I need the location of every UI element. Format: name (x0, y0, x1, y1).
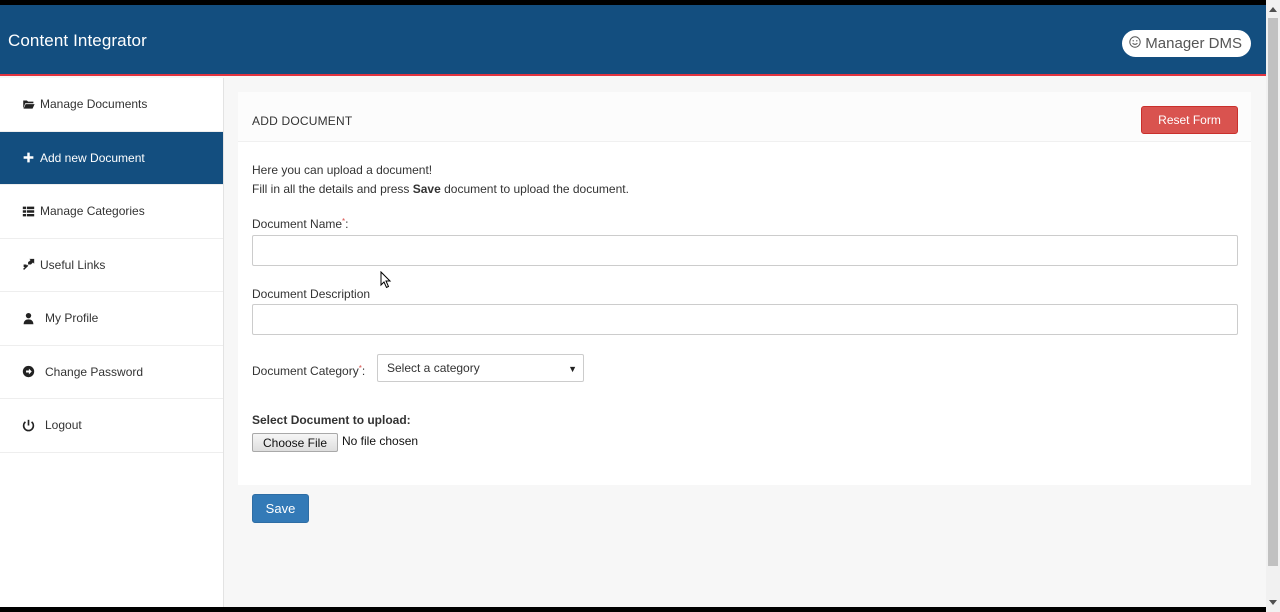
browser-viewport: Content Integrator Manager DMS Manage Do… (0, 5, 1266, 607)
label-text: Document Name (252, 217, 343, 231)
sidebar-item-logout[interactable]: Logout (0, 399, 223, 453)
document-description-label: Document Description (252, 287, 371, 301)
sidebar-item-label: Change Password (45, 364, 144, 379)
sidebar-item-label: Add new Document (40, 150, 145, 165)
sidebar-item-useful-links[interactable]: Useful Links (0, 239, 223, 292)
sidebar-item-label: Logout (45, 418, 82, 433)
file-status-text: No file chosen (342, 434, 419, 448)
intro-text-part: document to upload the document. (440, 182, 629, 196)
category-selected-value: Select a category (387, 361, 480, 375)
top-header: Content Integrator Manager DMS (0, 5, 1266, 76)
plus-icon (21, 151, 35, 165)
vertical-scrollbar[interactable] (1266, 0, 1280, 612)
scrollbar-thumb[interactable] (1268, 18, 1278, 566)
save-button[interactable]: Save (252, 494, 309, 523)
scroll-down-arrow-icon[interactable] (1269, 600, 1277, 605)
compress-icon (21, 258, 35, 272)
document-description-input[interactable] (252, 304, 1238, 335)
sidebar-item-manage-categories[interactable]: Manage Categories (0, 185, 223, 239)
document-category-select[interactable]: Select a category ▼ (377, 354, 584, 382)
label-text: Document Category (252, 364, 359, 378)
reset-form-button[interactable]: Reset Form (1141, 106, 1238, 134)
document-name-label: Document Name*: (252, 217, 349, 231)
upload-label: Select Document to upload: (252, 413, 411, 427)
sidebar-item-label: Useful Links (40, 257, 106, 272)
list-icon (21, 204, 35, 218)
choose-file-button[interactable]: Choose File (252, 433, 338, 452)
sidebar-item-label: Manage Documents (40, 97, 148, 112)
user-menu-label: Manager DMS (1145, 35, 1242, 52)
sidebar-item-my-profile[interactable]: My Profile (0, 292, 223, 346)
caret-down-icon: ▼ (568, 364, 577, 374)
label-colon: : (345, 217, 349, 231)
document-category-label: Document Category*: (252, 364, 365, 378)
intro-text-part: Fill in all the details and press (252, 182, 413, 196)
arrow-circle-icon (21, 365, 35, 379)
intro-line-1: Here you can upload a document! (252, 163, 433, 177)
label-colon: : (361, 364, 366, 378)
user-menu-button[interactable]: Manager DMS (1122, 30, 1251, 57)
power-icon (21, 418, 35, 432)
mouse-cursor-icon (380, 271, 392, 289)
intro-text: Here you can upload a document! Fill in … (252, 161, 629, 199)
sidebar: Manage Documents Add new Document Manage… (0, 78, 224, 607)
panel-title: ADD DOCUMENT (252, 114, 353, 128)
folder-open-icon (21, 97, 35, 111)
app-title[interactable]: Content Integrator (8, 31, 147, 51)
sidebar-item-manage-documents[interactable]: Manage Documents (0, 78, 223, 132)
intro-save-emphasis: Save (412, 182, 441, 196)
sidebar-item-change-password[interactable]: Change Password (0, 346, 223, 399)
intro-line-2: Fill in all the details and press Save d… (252, 180, 629, 199)
sidebar-item-add-new-document[interactable]: Add new Document (0, 131, 223, 185)
scroll-up-arrow-icon[interactable] (1269, 7, 1277, 12)
panel-header: ADD DOCUMENT Reset Form (238, 92, 1251, 142)
document-name-input[interactable] (252, 235, 1238, 266)
smile-icon (1129, 35, 1141, 52)
user-icon (21, 311, 35, 325)
sidebar-item-label: Manage Categories (40, 204, 145, 219)
sidebar-item-label: My Profile (45, 311, 99, 326)
